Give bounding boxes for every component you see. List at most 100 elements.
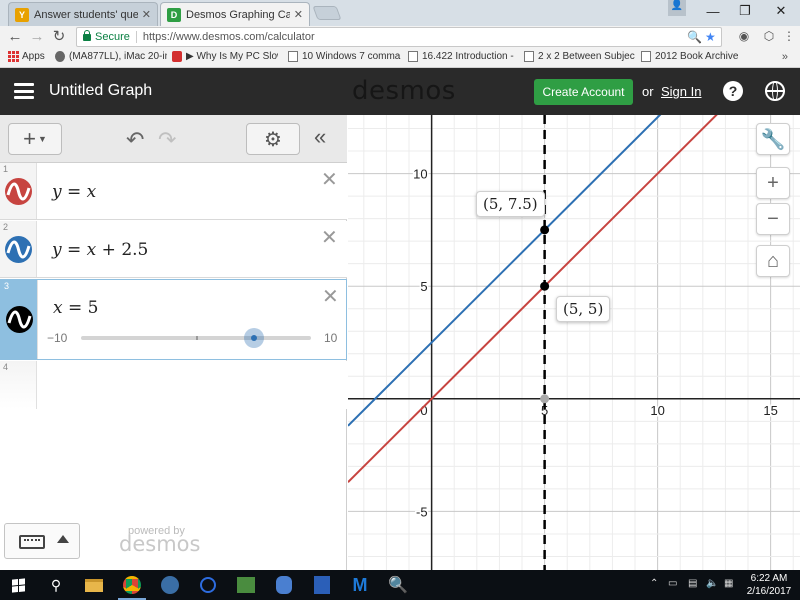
bookmark-label: 16.422 Introduction -	[422, 51, 514, 62]
x-tick-label: 15	[763, 403, 777, 418]
or-text: or	[642, 84, 654, 99]
app-icon-2[interactable]	[190, 570, 226, 600]
slider-max-label[interactable]: 10	[324, 331, 337, 345]
keypad-toggle-button[interactable]	[4, 523, 80, 559]
start-button[interactable]	[0, 570, 36, 600]
tray-chevron-icon[interactable]: ⌃	[650, 578, 658, 589]
zoom-in-button[interactable]: +	[756, 167, 790, 199]
sign-in-link[interactable]: Sign In	[661, 84, 701, 99]
hamburger-menu-icon[interactable]	[14, 83, 34, 99]
expression-math[interactable]: y = x + 2.5	[52, 240, 148, 260]
power-icon	[172, 51, 182, 62]
point-label-5-5[interactable]: (5, 5)	[556, 296, 611, 322]
graph-settings-button[interactable]: ⚙	[246, 123, 300, 155]
bookmark-star-icon[interactable]: ★	[705, 30, 716, 44]
tray-keyboard-icon[interactable]: ▦	[724, 578, 733, 589]
new-tab-button[interactable]	[312, 6, 342, 20]
bookmark-apps[interactable]: Apps	[8, 51, 45, 62]
expression-row-2[interactable]: 2 y = x + 2.5 ✕	[0, 221, 347, 278]
page-icon	[288, 51, 298, 62]
extension-shield-icon[interactable]: ⬡	[760, 27, 778, 45]
tab-desmos[interactable]: D Desmos Graphing Calcul ✕	[160, 2, 310, 26]
minimize-button[interactable]: —	[696, 0, 730, 22]
more-bookmarks-icon[interactable]: »	[782, 51, 788, 63]
app-icon-3[interactable]	[228, 570, 264, 600]
expression-row-1[interactable]: 1 y = x ✕	[0, 163, 347, 220]
point-label-5-7.5[interactable]: (5, 7.5)	[476, 191, 545, 217]
graph-settings-wrench-button[interactable]: 🔧	[756, 123, 790, 155]
app-icon-4[interactable]	[266, 570, 302, 600]
expression-index-cell[interactable]: 3	[1, 280, 38, 359]
default-viewport-button[interactable]: ⌂	[756, 245, 790, 277]
search-icon[interactable]: ⚲	[38, 570, 74, 600]
close-window-button[interactable]: ✕	[764, 0, 798, 22]
address-bar[interactable]: Secure https://www.desmos.com/calculator…	[76, 27, 722, 47]
expression-row-3[interactable]: 3 x = 5 ✕ −10 10	[0, 279, 347, 360]
language-globe-icon[interactable]	[765, 81, 785, 101]
create-account-button[interactable]: Create Account	[534, 79, 633, 105]
tray-network-icon[interactable]: ▤	[688, 578, 697, 589]
expression-index-cell[interactable]: 2	[0, 221, 37, 277]
collapse-panel-icon[interactable]: «	[314, 124, 326, 150]
add-item-button[interactable]: + ▼	[8, 123, 62, 155]
url-text: https://www.desmos.com/calculator	[142, 31, 315, 43]
expression-index-cell[interactable]: 1	[0, 163, 37, 219]
graph-canvas[interactable]: 5 10 15105-50	[348, 115, 800, 570]
delete-expression-icon[interactable]: ✕	[321, 170, 338, 190]
graph-color-icon[interactable]	[5, 178, 32, 205]
expression-number: 2	[3, 222, 9, 232]
slider-thumb-center[interactable]	[251, 335, 257, 341]
slider-min-label[interactable]: −10	[47, 331, 67, 345]
extension-icon[interactable]: ◉	[735, 27, 753, 45]
bookmark-2x2-between[interactable]: 2 x 2 Between Subjec	[524, 51, 636, 62]
undo-icon[interactable]: ↶	[126, 127, 144, 153]
app-icon-1[interactable]	[152, 570, 188, 600]
system-clock[interactable]: 6:22 AM 2/16/2017	[744, 572, 794, 598]
graph-title[interactable]: Untitled Graph	[49, 82, 152, 100]
tab-close-icon[interactable]: ✕	[142, 8, 151, 21]
app-icon-6[interactable]: M	[342, 570, 378, 600]
restore-button[interactable]: ❐	[728, 0, 762, 22]
back-arrow-icon[interactable]: ←	[6, 28, 24, 46]
bookmark-imac[interactable]: (MA877LL), iMac 20-in	[55, 51, 167, 62]
bookmark-label: Apps	[22, 51, 45, 62]
chrome-menu-icon[interactable]: ⋮	[780, 27, 798, 45]
clock-time: 6:22 AM	[750, 573, 788, 584]
graph-paper[interactable]: 5 10 15 10 5 -5 0 (5, 7.5) (5, 5) 🔧 + − ⌂	[348, 115, 800, 570]
expression-math[interactable]: y = x	[52, 182, 96, 202]
intersection-point	[540, 225, 550, 235]
zoom-out-button[interactable]: −	[756, 203, 790, 235]
tray-battery-icon[interactable]: ▭	[668, 578, 677, 589]
delete-expression-icon[interactable]: ✕	[321, 228, 338, 248]
secure-indicator[interactable]: Secure	[83, 29, 130, 43]
redo-icon[interactable]: ↷	[158, 127, 176, 153]
powered-by-logo[interactable]: desmos	[119, 532, 200, 556]
help-icon[interactable]: ?	[723, 81, 743, 101]
graph-color-icon[interactable]	[5, 236, 32, 263]
file-explorer-icon[interactable]	[76, 570, 112, 600]
user-profile-icon[interactable]: 👤	[668, 0, 686, 16]
expression-index-cell[interactable]: 4	[0, 361, 37, 409]
tab-answer-students[interactable]: Y Answer students' questio ✕	[8, 2, 158, 26]
magnifier-app-icon[interactable]: 🔍	[380, 570, 416, 600]
chrome-icon[interactable]	[114, 570, 150, 600]
forward-arrow-icon[interactable]: →	[28, 28, 46, 46]
bookmark-16-422[interactable]: 16.422 Introduction -	[408, 51, 518, 62]
delete-expression-icon[interactable]: ✕	[322, 287, 339, 307]
graph-color-icon[interactable]	[6, 306, 33, 333]
bookmark-label: 2 x 2 Between Subjec	[538, 51, 635, 62]
zoom-out-icon: −	[767, 207, 779, 230]
bookmark-windows-7[interactable]: 10 Windows 7 comma	[288, 51, 406, 62]
wrench-icon: 🔧	[760, 128, 786, 151]
caret-up-icon	[57, 535, 69, 543]
expression-row-4[interactable]: 4	[0, 361, 347, 409]
tab-close-icon[interactable]: ✕	[294, 8, 303, 21]
bookmark-pc-slow[interactable]: ▶ Why Is My PC Slow	[172, 51, 278, 62]
app-icon-5[interactable]	[304, 570, 340, 600]
bookmark-2012-archive[interactable]: 2012 Book Archive	[641, 51, 751, 62]
reload-icon[interactable]: ↻	[50, 28, 68, 46]
expression-math[interactable]: x = 5	[53, 298, 98, 318]
tray-volume-icon[interactable]: 🔈	[706, 578, 718, 589]
zoom-magnifier-icon[interactable]: 🔍	[687, 30, 702, 44]
page-icon	[524, 51, 534, 62]
